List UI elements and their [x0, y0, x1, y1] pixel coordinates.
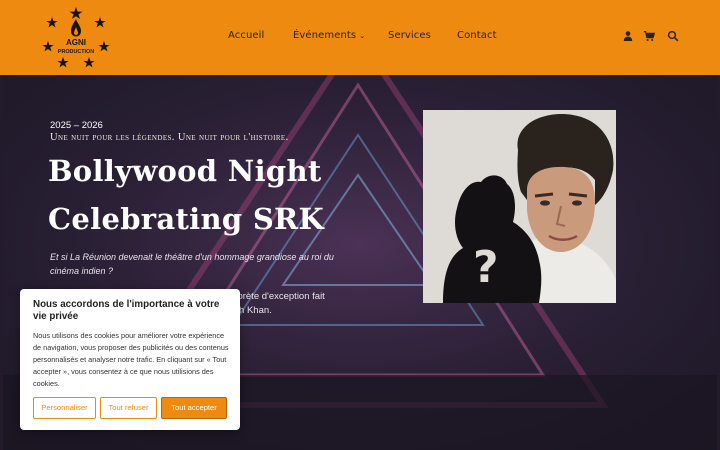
cookie-title: Nous accordons de l'importance à votre v… — [33, 299, 220, 322]
hero-portrait-image: ? — [423, 110, 616, 303]
cookie-description: Nous utilisons des cookies pour améliore… — [33, 331, 229, 388]
cart-icon[interactable] — [643, 30, 655, 42]
logo-subname: PRODUCTION — [58, 49, 94, 55]
main-nav: Accueil Événements ⌄ Services Contact — [0, 30, 720, 44]
refuse-all-cookies-button[interactable]: Tout refuser — [100, 397, 157, 419]
nav-services[interactable]: Services — [388, 30, 431, 41]
hero-season: 2025 – 2026 — [50, 120, 103, 131]
portrait-illustration: ? — [423, 110, 616, 303]
hero-intro: Et si La Réunion devenait le théâtre d'u… — [50, 252, 334, 276]
nav-evenements-label: Événements — [293, 30, 357, 41]
user-icon[interactable] — [622, 30, 634, 42]
cookie-consent-dialog: Nous accordons de l'importance à votre v… — [20, 289, 240, 430]
nav-accueil[interactable]: Accueil — [228, 30, 264, 41]
accept-all-cookies-button[interactable]: Tout accepter — [161, 397, 227, 419]
hero-title: Bollywood Night Celebrating SRK — [48, 154, 324, 236]
site-header: AGNI PRODUCTION Accueil Événements ⌄ Serv… — [0, 0, 720, 75]
hero-body-line1: erprète d'exception fait — [229, 291, 325, 302]
hero-body: erprète d'exception fait ukh Khan. — [229, 290, 369, 318]
customize-cookies-button[interactable]: Personnaliser — [33, 397, 96, 419]
hero-tagline: Une nuit pour les légendes. Une nuit pou… — [50, 132, 289, 143]
mystery-question-mark: ? — [473, 242, 499, 293]
search-icon[interactable] — [667, 30, 679, 42]
nav-evenements[interactable]: Événements ⌄ — [293, 30, 365, 41]
chevron-down-icon: ⌄ — [359, 32, 366, 40]
nav-contact[interactable]: Contact — [457, 30, 497, 41]
